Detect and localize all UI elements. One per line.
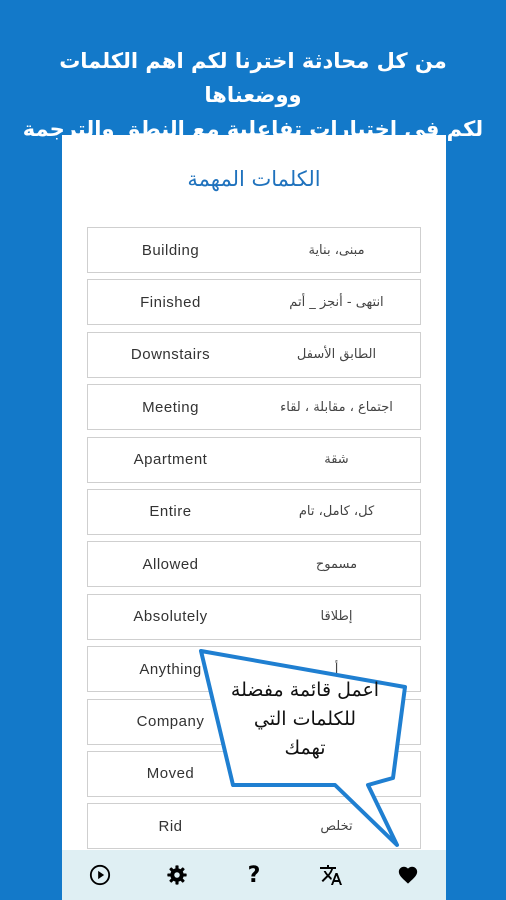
word-row[interactable]: Downstairs الطابق الأسفل <box>87 331 421 378</box>
promo-line-1: من كل محادثة اخترنا لكم اهم الكلمات ووضع… <box>59 49 447 107</box>
help-icon: ? <box>247 862 261 888</box>
translate-button[interactable] <box>311 855 351 895</box>
settings-button[interactable] <box>157 855 197 895</box>
english-word: Apartment <box>133 451 208 469</box>
heart-icon <box>398 866 417 884</box>
callout-line-2: للكلمات التي <box>253 708 357 730</box>
english-word: Finished <box>140 293 201 311</box>
play-icon <box>90 864 111 886</box>
arabic-translation: الطابق الأسفل <box>296 347 377 363</box>
play-button[interactable] <box>80 855 120 895</box>
arabic-translation: مسموح <box>315 556 358 572</box>
word-row[interactable]: Absolutely إطلاقا <box>87 593 421 640</box>
promo-banner: من كل محادثة اخترنا لكم اهم الكلمات ووضع… <box>10 44 496 146</box>
arabic-translation: شقة <box>324 452 349 468</box>
callout-text: اعمل قائمة مفضلة للكلمات التي تهمك <box>215 676 395 763</box>
english-word: Absolutely <box>133 608 208 626</box>
translate-icon <box>319 865 342 885</box>
arabic-translation: مبنى، بناية <box>308 242 365 258</box>
callout-line-1: اعمل قائمة مفضلة <box>230 679 380 701</box>
gear-icon <box>167 865 187 885</box>
word-row[interactable]: Meeting اجتماع ، مقابلة ، لقاء <box>87 384 421 431</box>
word-row[interactable]: Finished انتهى - أنجز _ أتم <box>87 279 421 326</box>
help-button[interactable]: ? <box>234 855 274 895</box>
favorites-button[interactable] <box>388 855 428 895</box>
word-row[interactable]: Apartment شقة <box>87 436 421 483</box>
word-row[interactable]: Building مبنى، بناية <box>87 227 421 273</box>
callout-line-3: تهمك <box>284 737 326 759</box>
arabic-translation: كل، كامل، تام <box>298 504 375 520</box>
english-word: Downstairs <box>130 346 211 364</box>
bottom-navbar: ? <box>62 850 446 900</box>
page-title: الكلمات المهمة <box>187 167 321 191</box>
english-word: Building <box>141 241 200 259</box>
english-word: Entire <box>149 503 192 521</box>
arabic-translation: انتهى - أنجز _ أتم <box>289 294 384 310</box>
word-row[interactable]: Allowed مسموح <box>87 541 421 588</box>
english-word: Meeting <box>142 398 199 416</box>
english-word: Allowed <box>142 555 199 573</box>
arabic-translation: إطلاقا <box>320 609 353 625</box>
word-row[interactable]: Entire كل، كامل، تام <box>87 488 421 535</box>
arabic-translation: اجتماع ، مقابلة ، لقاء <box>280 399 393 415</box>
